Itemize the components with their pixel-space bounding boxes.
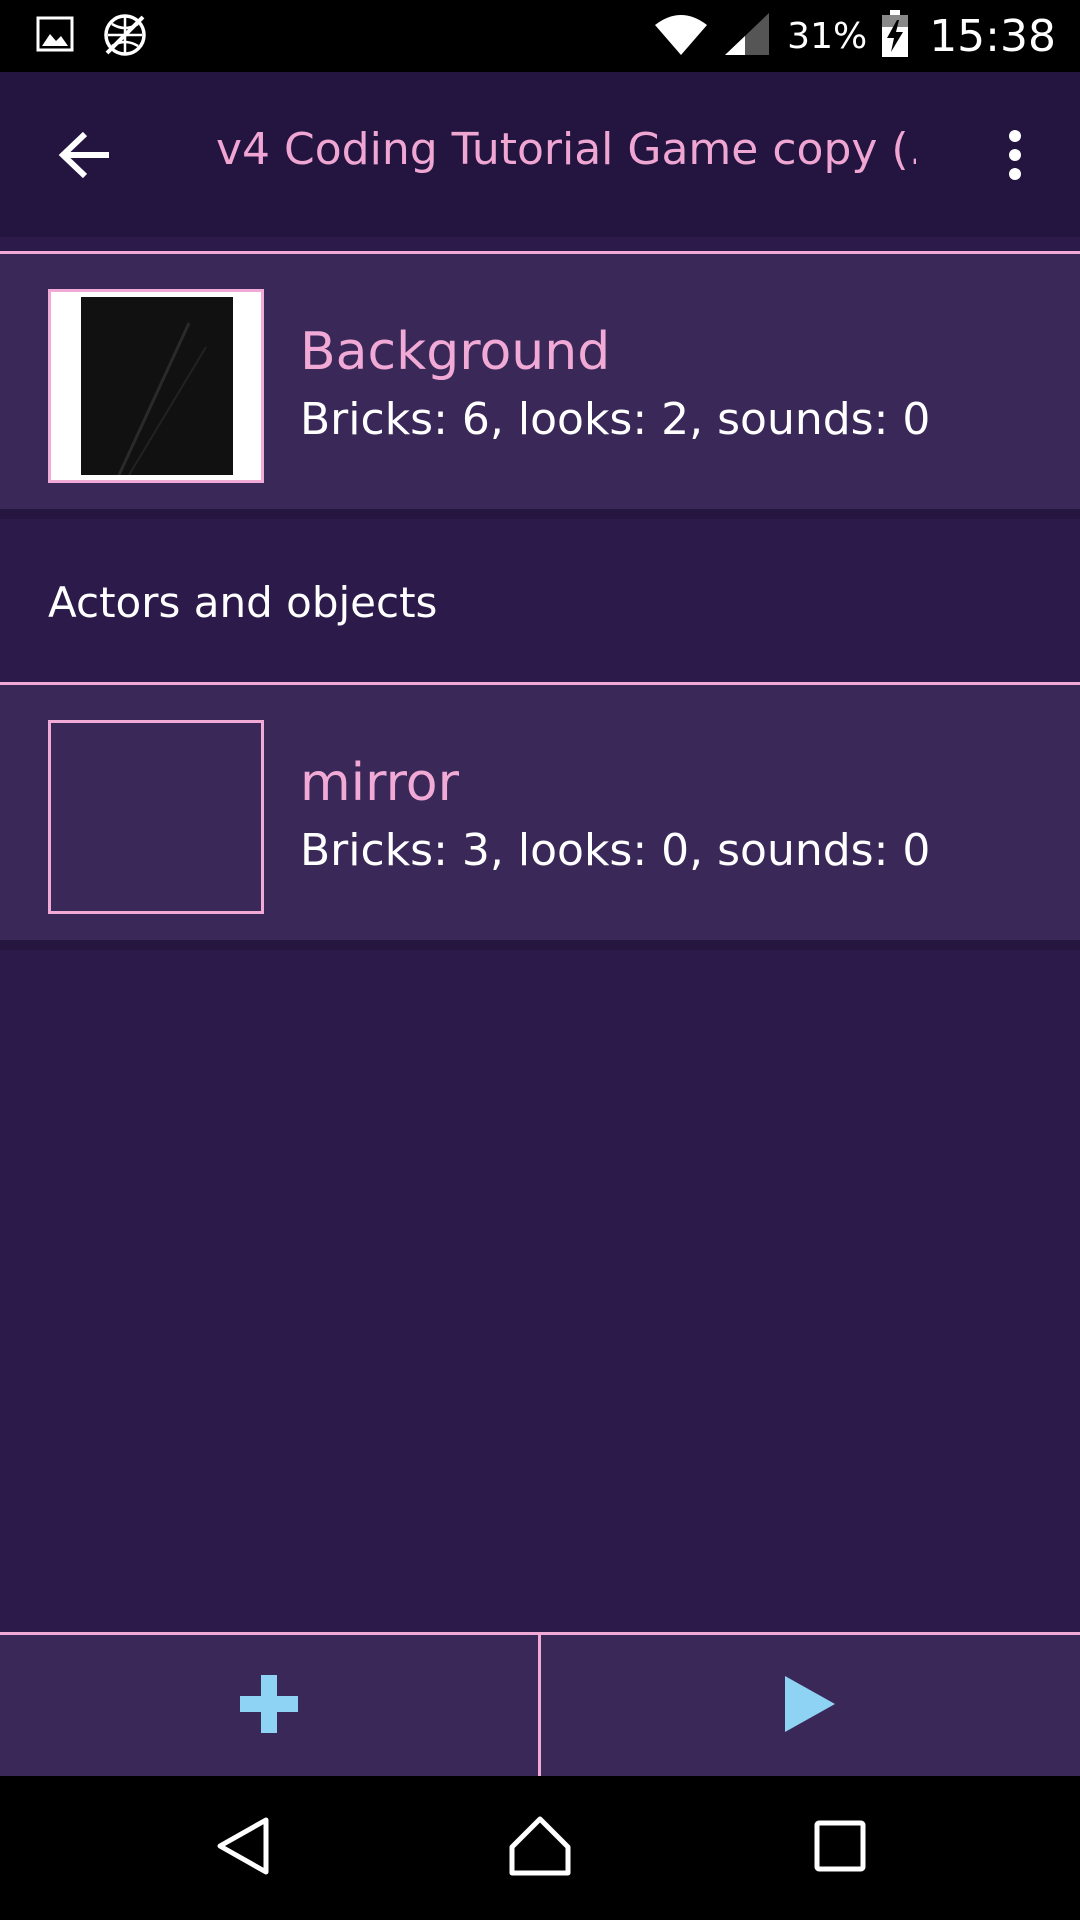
play-button[interactable] bbox=[541, 1635, 1079, 1776]
arrow-back-icon bbox=[57, 130, 113, 184]
object-details: Bricks: 3, looks: 0, sounds: 0 bbox=[300, 825, 931, 876]
background-details: Bricks: 6, looks: 2, sounds: 0 bbox=[300, 394, 931, 445]
back-triangle-icon bbox=[214, 1816, 270, 1880]
image-icon bbox=[36, 16, 74, 56]
more-vert-icon bbox=[1007, 129, 1023, 185]
nav-recents-button[interactable] bbox=[790, 1798, 890, 1898]
bottom-action-bar bbox=[0, 1632, 1080, 1776]
nav-back-button[interactable] bbox=[192, 1798, 292, 1898]
back-button[interactable] bbox=[40, 112, 130, 202]
divider bbox=[0, 940, 1080, 950]
screen: 31% 15:38 v4 Coding Tutorial Game copy (… bbox=[0, 0, 1080, 1920]
status-bar: 31% 15:38 bbox=[0, 0, 1080, 72]
nav-home-button[interactable] bbox=[490, 1798, 590, 1898]
recents-icon bbox=[814, 1820, 866, 1876]
section-header: Actors and objects bbox=[48, 578, 438, 627]
list-item[interactable]: mirror Bricks: 3, looks: 0, sounds: 0 bbox=[0, 685, 1080, 940]
status-right: 31% 15:38 bbox=[653, 0, 1056, 72]
wifi-icon bbox=[653, 11, 709, 61]
battery-charging-icon bbox=[881, 10, 909, 62]
object-thumbnail bbox=[48, 720, 264, 914]
object-name: mirror bbox=[300, 753, 459, 813]
signal-icon bbox=[723, 11, 773, 61]
overflow-menu-button[interactable] bbox=[980, 112, 1050, 202]
background-name: Background bbox=[300, 322, 611, 382]
page-title: v4 Coding Tutorial Game copy (… bbox=[216, 124, 916, 175]
play-icon bbox=[783, 1674, 837, 1738]
clock: 15:38 bbox=[929, 10, 1056, 62]
no-data-icon bbox=[102, 12, 148, 62]
home-icon bbox=[508, 1815, 572, 1881]
add-button[interactable] bbox=[0, 1635, 538, 1776]
battery-percent: 31% bbox=[787, 15, 868, 57]
divider bbox=[0, 509, 1080, 519]
background-thumbnail bbox=[48, 289, 264, 483]
app-bar: v4 Coding Tutorial Game copy (… bbox=[0, 72, 1080, 237]
background-list-item[interactable]: Background Bricks: 6, looks: 2, sounds: … bbox=[0, 254, 1080, 509]
plus-icon bbox=[240, 1674, 298, 1737]
navigation-bar bbox=[0, 1776, 1080, 1920]
